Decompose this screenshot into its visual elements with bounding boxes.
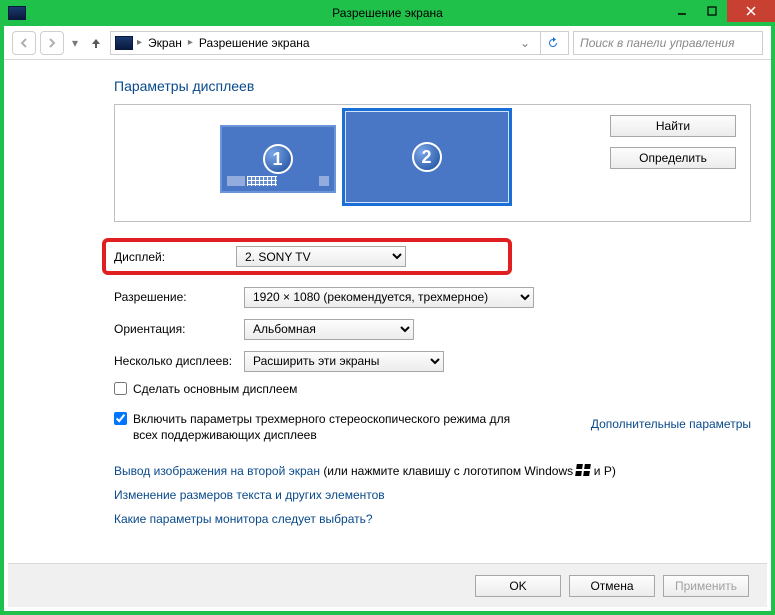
breadcrumb-dropdown[interactable]: ⌄ xyxy=(520,36,536,50)
monitor-number-2: 2 xyxy=(412,142,442,172)
project-suffix2: и P) xyxy=(594,464,616,478)
make-primary-row: Сделать основным дисплеем xyxy=(114,381,751,397)
apply-button[interactable]: Применить xyxy=(663,575,749,597)
project-link-row: Вывод изображения на второй экран (или н… xyxy=(114,464,751,478)
window-controls xyxy=(667,0,775,22)
multi-display-row: Несколько дисплеев: Расширить эти экраны xyxy=(114,349,751,373)
stereo3d-label: Включить параметры трехмерного стереоско… xyxy=(133,411,534,443)
resolution-row: Разрешение: 1920 × 1080 (рекомендуется, … xyxy=(114,285,751,309)
monitor-taskbar-decor xyxy=(225,174,331,188)
text-size-link[interactable]: Изменение размеров текста и других элеме… xyxy=(114,488,751,502)
find-button[interactable]: Найти xyxy=(610,115,736,137)
back-button[interactable] xyxy=(12,31,36,55)
display-label: Дисплей: xyxy=(114,250,236,264)
orientation-row: Ориентация: Альбомная xyxy=(114,317,751,341)
section-title: Параметры дисплеев xyxy=(114,78,751,94)
breadcrumb-seg-2[interactable]: Разрешение экрана xyxy=(197,36,312,50)
display-select[interactable]: 2. SONY TV xyxy=(236,246,406,267)
window-title: Разрешение экрана xyxy=(332,6,443,20)
titlebar: Разрешение экрана xyxy=(0,0,775,26)
stereo-and-advanced-row: Включить параметры трехмерного стереоско… xyxy=(114,405,751,451)
app-icon xyxy=(8,6,26,20)
monitor-number-1: 1 xyxy=(263,144,293,174)
project-link[interactable]: Вывод изображения на второй экран xyxy=(114,464,320,478)
navbar: ▾ ▸ Экран ▸ Разрешение экрана ⌄ Поиск в … xyxy=(4,26,771,60)
identify-button[interactable]: Определить xyxy=(610,147,736,169)
multi-display-select[interactable]: Расширить эти экраны xyxy=(244,351,444,372)
breadcrumb-icon xyxy=(115,36,133,50)
minimize-button[interactable] xyxy=(667,0,697,22)
orientation-select[interactable]: Альбомная xyxy=(244,319,414,340)
footer: OK Отмена Применить xyxy=(8,563,767,607)
cancel-button[interactable]: Отмена xyxy=(569,575,655,597)
monitor-1[interactable]: 1 xyxy=(220,125,336,193)
refresh-button[interactable] xyxy=(540,31,564,55)
breadcrumb-seg-1[interactable]: Экран xyxy=(146,36,184,50)
breadcrumb[interactable]: ▸ Экран ▸ Разрешение экрана ⌄ xyxy=(110,31,569,55)
forward-button[interactable] xyxy=(40,31,64,55)
advanced-link[interactable]: Дополнительные параметры xyxy=(591,417,751,431)
search-placeholder: Поиск в панели управления xyxy=(580,36,735,50)
chevron-right-icon: ▸ xyxy=(188,37,193,48)
close-button[interactable] xyxy=(727,0,775,22)
display-preview: 1 2 Найти Определить xyxy=(114,104,751,222)
stereo3d-checkbox[interactable] xyxy=(114,412,127,425)
maximize-button[interactable] xyxy=(697,0,727,22)
monitors-area[interactable]: 1 2 xyxy=(115,105,610,221)
preview-buttons: Найти Определить xyxy=(610,105,750,221)
content-area: Параметры дисплеев 1 2 Найти Определить … xyxy=(4,60,771,563)
chevron-right-icon: ▸ xyxy=(137,37,142,48)
monitor-2[interactable]: 2 xyxy=(342,108,512,206)
which-settings-link[interactable]: Какие параметры монитора следует выбрать… xyxy=(114,512,751,526)
project-suffix: (или нажмите клавишу с логотипом Windows xyxy=(323,464,576,478)
display-row-highlight: Дисплей: 2. SONY TV xyxy=(102,238,512,275)
window: Разрешение экрана ▾ ▸ Экран ▸ xyxy=(0,0,775,615)
orientation-label: Ориентация: xyxy=(114,322,244,336)
make-primary-label: Сделать основным дисплеем xyxy=(133,381,297,397)
ok-button[interactable]: OK xyxy=(475,575,561,597)
resolution-select[interactable]: 1920 × 1080 (рекомендуется, трехмерное) xyxy=(244,287,534,308)
make-primary-checkbox[interactable] xyxy=(114,382,127,395)
up-button[interactable] xyxy=(86,33,106,53)
search-input[interactable]: Поиск в панели управления xyxy=(573,31,763,55)
links-block: Вывод изображения на второй экран (или н… xyxy=(114,464,751,526)
resolution-label: Разрешение: xyxy=(114,290,244,304)
multi-display-label: Несколько дисплеев: xyxy=(114,354,244,368)
windows-logo-icon xyxy=(576,464,590,476)
history-dropdown[interactable]: ▾ xyxy=(68,31,82,55)
